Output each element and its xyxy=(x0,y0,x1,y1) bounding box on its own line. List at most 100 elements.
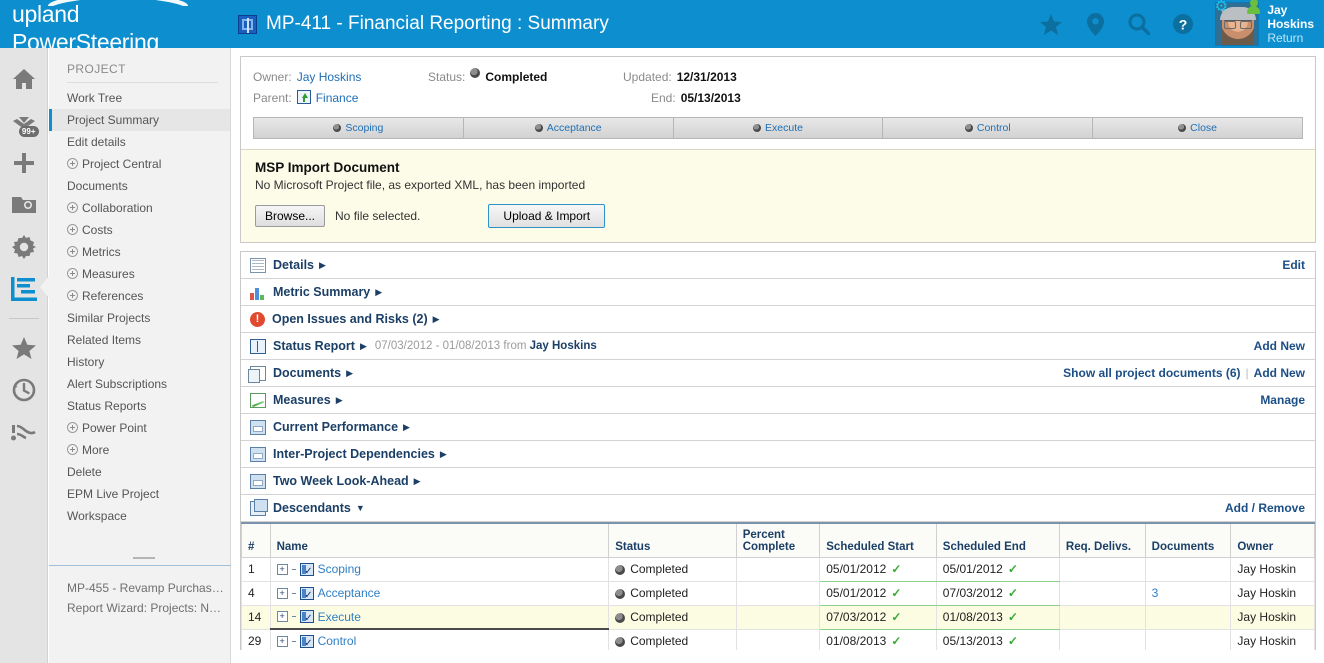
parent-value[interactable]: Finance xyxy=(316,88,359,109)
expand-plus-icon[interactable] xyxy=(67,246,78,257)
rail-item-browse-folder[interactable] xyxy=(0,184,48,226)
row-name-link[interactable]: Control xyxy=(318,634,357,648)
column-header-req-delivs[interactable]: Req. Delivs. xyxy=(1058,522,1146,558)
recent-item-0[interactable]: MP-455 - Revamp Purchasin... xyxy=(49,578,231,598)
sidebar-item-collaboration[interactable]: Collaboration xyxy=(49,197,230,219)
phase-execute[interactable]: Execute xyxy=(673,118,884,138)
phase-scoping[interactable]: Scoping xyxy=(254,118,464,138)
sidebar-item-work-tree[interactable]: Work Tree xyxy=(49,87,230,109)
section-two-week-look-ahead[interactable]: Two Week Look-Ahead ▶ xyxy=(241,468,1315,495)
expand-plus-icon[interactable] xyxy=(67,290,78,301)
section-title[interactable]: Inter-Project Dependencies xyxy=(273,447,435,461)
section-title[interactable]: Current Performance xyxy=(273,420,398,434)
sidebar-item-costs[interactable]: Costs xyxy=(49,219,230,241)
parent-up-icon[interactable] xyxy=(296,90,311,104)
row-name-cell[interactable]: + Execute xyxy=(269,604,610,630)
row-documents[interactable] xyxy=(1144,556,1232,582)
rail-item-favorites[interactable] xyxy=(0,327,48,369)
section-title[interactable]: Open Issues and Risks (2) xyxy=(272,312,428,326)
chevron-right-icon[interactable]: ▶ xyxy=(414,476,421,487)
table-row[interactable]: 14+ExecuteCompleted07/03/2012✓01/08/2013… xyxy=(241,604,1315,630)
sidebar-item-project-central[interactable]: Project Central xyxy=(49,153,230,175)
section-title[interactable]: Documents xyxy=(273,366,341,380)
section-status-report[interactable]: Status Report ▶ 07/03/2012 - 01/08/2013 fr… xyxy=(241,333,1315,360)
user-badge-icon[interactable] xyxy=(1247,0,1261,15)
sidebar-item-more[interactable]: More xyxy=(49,439,230,461)
sidebar-item-documents[interactable]: Documents xyxy=(49,175,230,197)
help-icon[interactable]: ? xyxy=(1171,12,1195,36)
section-primary-action[interactable]: Manage xyxy=(1260,393,1305,407)
sidebar-item-related-items[interactable]: Related Items xyxy=(49,329,230,351)
rail-item-inbox[interactable]: 99+ xyxy=(0,100,48,142)
column-header-scheduled-end[interactable]: Scheduled End xyxy=(935,522,1060,558)
rail-item-gear[interactable] xyxy=(0,226,48,268)
sidebar-item-metrics[interactable]: Metrics xyxy=(49,241,230,263)
column-header-status[interactable]: Status xyxy=(608,522,737,558)
section-title[interactable]: Status Report xyxy=(273,339,355,353)
rail-item-gantt-chart[interactable] xyxy=(0,268,49,310)
section-meta-author[interactable]: Jay Hoskins xyxy=(530,340,597,352)
expand-plus-icon[interactable] xyxy=(67,268,78,279)
chevron-down-icon[interactable]: ▼ xyxy=(356,503,365,513)
phase-control[interactable]: Control xyxy=(883,118,1094,138)
expand-plus-icon[interactable] xyxy=(67,224,78,235)
table-row[interactable]: 1 + Scoping Completed 05/01/2012 ✓ 05/01/2012 ✓… xyxy=(241,556,1315,582)
row-documents[interactable] xyxy=(1144,628,1232,650)
user-return-link[interactable]: Return xyxy=(1267,31,1314,45)
chevron-right-icon[interactable]: ▶ xyxy=(433,314,440,325)
row-name-link[interactable]: Execute xyxy=(318,610,361,624)
sidebar-item-epm-live-project[interactable]: EPM Live Project xyxy=(49,483,230,505)
section-documents[interactable]: Documents ▶ Show all project documents (6)… xyxy=(241,360,1315,387)
section-title[interactable]: Descendants xyxy=(273,501,351,515)
expand-row-icon[interactable]: + xyxy=(276,587,288,599)
avatar[interactable]: ⚙ xyxy=(1213,0,1261,46)
upload-import-button[interactable]: Upload & Import xyxy=(488,204,606,228)
owner-value[interactable]: Jay Hoskins xyxy=(297,67,362,88)
row-name-link[interactable]: Acceptance xyxy=(318,586,381,600)
chevron-right-icon[interactable]: ▶ xyxy=(403,422,410,433)
row-name-link[interactable]: Scoping xyxy=(318,562,361,576)
section-inter-project-dependencies[interactable]: Inter-Project Dependencies ▶ xyxy=(241,441,1315,468)
section-title[interactable]: Details xyxy=(273,258,314,272)
expand-plus-icon[interactable] xyxy=(67,158,78,169)
section-primary-action[interactable]: Add New xyxy=(1254,339,1305,353)
section-primary-action[interactable]: Edit xyxy=(1282,258,1305,272)
search-icon[interactable] xyxy=(1127,12,1151,36)
column-header-documents[interactable]: Documents xyxy=(1144,522,1232,558)
gear-badge-icon[interactable]: ⚙ xyxy=(1213,0,1229,15)
chevron-right-icon[interactable]: ▶ xyxy=(360,341,367,352)
section-title[interactable]: Two Week Look-Ahead xyxy=(273,474,409,488)
column-header-scheduled-start[interactable]: Scheduled Start xyxy=(819,522,937,558)
rail-item-history[interactable] xyxy=(0,369,48,411)
sidebar-item-alert-subscriptions[interactable]: Alert Subscriptions xyxy=(49,373,230,395)
section-title[interactable]: Measures xyxy=(273,393,331,407)
expand-plus-icon[interactable] xyxy=(67,422,78,433)
chevron-right-icon[interactable]: ▶ xyxy=(346,368,353,379)
sidebar-item-edit-details[interactable]: Edit details xyxy=(49,131,230,153)
sidebar-item-project-summary[interactable]: Project Summary xyxy=(49,109,230,131)
sidebar-item-similar-projects[interactable]: Similar Projects xyxy=(49,307,230,329)
location-pin-icon[interactable] xyxy=(1083,12,1107,36)
section-descendants[interactable]: Descendants ▼ Add / Remove xyxy=(241,495,1315,522)
column-header-[interactable]: # xyxy=(241,522,271,558)
expand-row-icon[interactable]: + xyxy=(276,635,288,647)
section-title[interactable]: Metric Summary xyxy=(273,285,370,299)
row-name-cell[interactable]: + Acceptance xyxy=(269,580,610,606)
section-details[interactable]: Details ▶ Edit xyxy=(241,252,1315,279)
user-menu[interactable]: ⚙ Jay Hoskins Return xyxy=(1213,0,1314,46)
rail-item-link[interactable] xyxy=(0,411,48,453)
recent-item-1[interactable]: Report Wizard: Projects: Ne... xyxy=(49,598,231,618)
sidebar-item-power-point[interactable]: Power Point xyxy=(49,417,230,439)
sidebar-item-history[interactable]: History xyxy=(49,351,230,373)
phase-acceptance[interactable]: Acceptance xyxy=(463,118,674,138)
section-primary-action[interactable]: Add New xyxy=(1254,366,1305,380)
sidebar-item-references[interactable]: References xyxy=(49,285,230,307)
section-open-issues-and-risks-2-[interactable]: ! Open Issues and Risks (2) ▶ xyxy=(241,306,1315,333)
nav-resize-handle[interactable] xyxy=(49,553,231,563)
row-documents[interactable] xyxy=(1144,604,1232,630)
expand-plus-icon[interactable] xyxy=(67,202,78,213)
sidebar-item-workspace[interactable]: Workspace xyxy=(49,505,230,527)
phase-close[interactable]: Close xyxy=(1093,118,1302,138)
row-documents[interactable]: 3 xyxy=(1144,580,1232,606)
expand-plus-icon[interactable] xyxy=(67,444,78,455)
